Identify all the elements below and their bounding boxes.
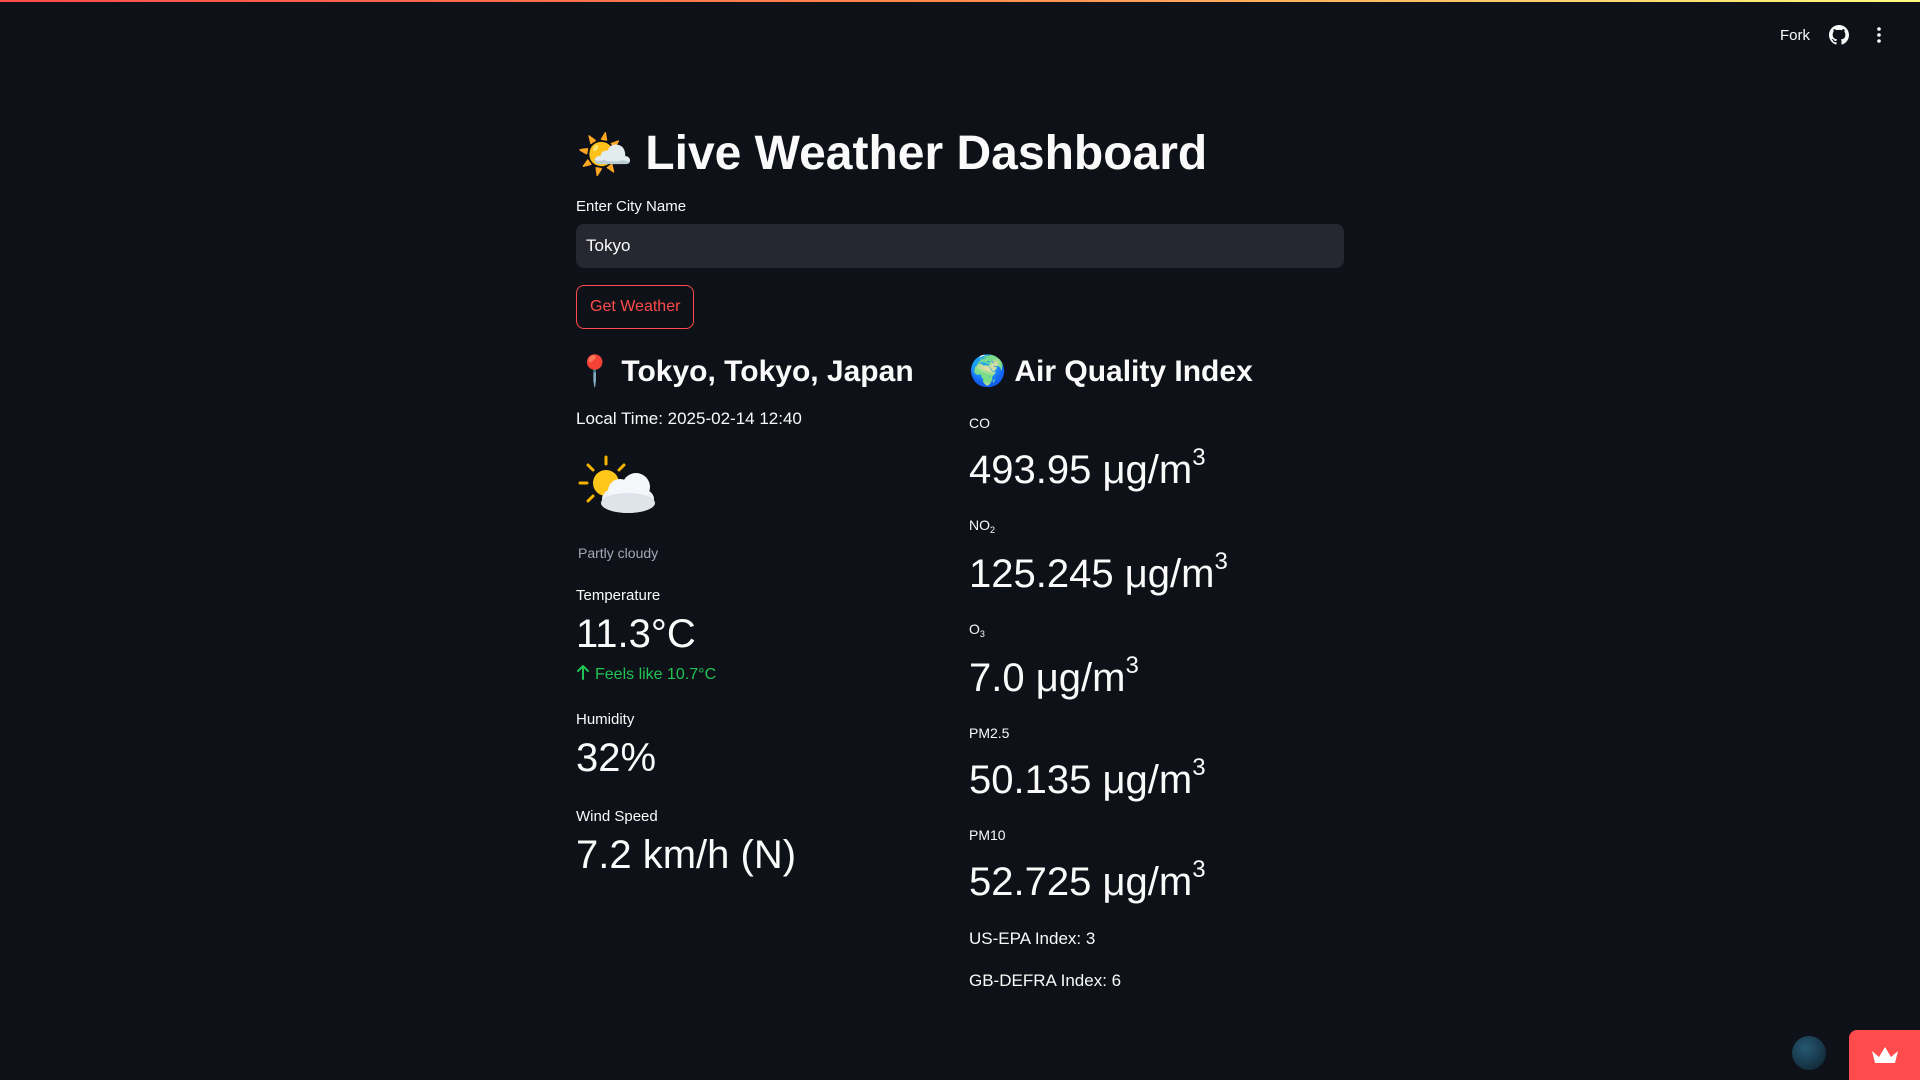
humidity-metric: Humidity 32% <box>576 711 969 782</box>
page-title: 🌤️ Live Weather Dashboard <box>576 120 1344 188</box>
aq-metric-unit-sup: 3 <box>1214 548 1228 575</box>
app-toolbar: Fork <box>1780 24 1890 46</box>
aq-metric-number: 7.0 <box>969 656 1025 700</box>
main-content: 🌤️ Live Weather Dashboard Enter City Nam… <box>576 120 1344 991</box>
aq-metric: PM10 52.725 μg/m3 <box>969 827 1344 905</box>
gb-defra-index: GB-DEFRA Index: 6 <box>969 971 1122 990</box>
air-quality-heading-text: Air Quality Index <box>1014 355 1253 388</box>
aq-metric-unit-sup: 3 <box>1192 444 1206 471</box>
aq-metric-unit-sup: 3 <box>1192 754 1206 781</box>
temperature-label: Temperature <box>576 587 661 604</box>
air-quality-heading: 🌍 Air Quality Index <box>969 349 1344 395</box>
aq-metric-unit: μg/m <box>1102 448 1193 492</box>
weather-column: 📍 Tokyo, Tokyo, Japan Local Time: 2025-0… <box>576 349 969 991</box>
github-icon[interactable] <box>1828 24 1850 46</box>
aq-metric-value: 52.725 μg/m3 <box>969 847 1344 905</box>
humidity-label: Humidity <box>576 711 635 728</box>
aq-metric-label-base: NO <box>969 517 990 533</box>
arrow-up-icon <box>576 664 590 685</box>
aq-metric-value: 7.0 μg/m3 <box>969 643 1344 701</box>
aq-metric-label-base: PM2.5 <box>969 725 1010 741</box>
feels-like-text: Feels like 10.7°C <box>595 665 717 683</box>
air-quality-metrics: CO 493.95 μg/m3 NO2 125.245 μg/m3 O3 7.0 μg/m… <box>969 415 1344 905</box>
pin-icon: 📍 <box>576 355 614 388</box>
aq-metric-number: 52.725 <box>969 860 1092 904</box>
aq-metric-number: 493.95 <box>969 448 1092 492</box>
aq-metric-label: O3 <box>969 621 1344 639</box>
aq-metric-unit: μg/m <box>1102 758 1193 802</box>
kebab-menu-icon[interactable] <box>1868 24 1890 46</box>
city-input-label: Enter City Name <box>576 198 687 215</box>
crown-badge-icon[interactable] <box>1849 1030 1920 1080</box>
aq-metric-unit-sup: 3 <box>1192 856 1206 883</box>
aq-metric-label: PM2.5 <box>969 725 1344 741</box>
temperature-value: 11.3°C <box>576 612 696 656</box>
aq-metric-label: NO2 <box>969 517 1344 535</box>
get-weather-button[interactable]: Get Weather <box>576 285 695 329</box>
city-input[interactable] <box>576 224 1344 268</box>
aq-metric-value: 125.245 μg/m3 <box>969 539 1344 597</box>
temperature-metric: Temperature 11.3°C Feels like 10.7°C <box>576 587 969 685</box>
location-heading-text: Tokyo, Tokyo, Japan <box>621 355 914 388</box>
aq-metric: CO 493.95 μg/m3 <box>969 415 1344 493</box>
local-time: Local Time: 2025-02-14 12:40 <box>576 409 802 428</box>
globe-icon: 🌍 <box>969 355 1007 388</box>
location-heading: 📍 Tokyo, Tokyo, Japan <box>576 349 969 395</box>
aq-metric-unit-sup: 3 <box>1125 652 1139 679</box>
aq-metric-label-base: O <box>969 621 980 637</box>
aq-metric-unit: μg/m <box>1124 552 1215 596</box>
aq-metric-label: PM10 <box>969 827 1344 843</box>
page-title-text: Live Weather Dashboard <box>645 127 1208 180</box>
sun-behind-cloud-icon: 🌤️ <box>576 128 634 180</box>
aq-metric: O3 7.0 μg/m3 <box>969 621 1344 701</box>
wind-metric: Wind Speed 7.2 km/h (N) <box>576 808 969 879</box>
feels-like-delta: Feels like 10.7°C <box>576 664 969 685</box>
aq-metric-label-base: CO <box>969 415 990 431</box>
fork-link[interactable]: Fork <box>1780 27 1810 44</box>
aq-metric-label-sub: 3 <box>979 629 985 639</box>
aq-metric-value: 493.95 μg/m3 <box>969 435 1344 493</box>
us-epa-index: US-EPA Index: 3 <box>969 929 1096 948</box>
aq-metric-unit: μg/m <box>1102 860 1193 904</box>
aq-metric-number: 50.135 <box>969 758 1092 802</box>
aq-metric-number: 125.245 <box>969 552 1114 596</box>
aq-metric-label-sub: 2 <box>990 525 996 535</box>
partly-cloudy-icon <box>576 453 660 517</box>
aq-metric-value: 50.135 μg/m3 <box>969 745 1344 803</box>
air-quality-column: 🌍 Air Quality Index CO 493.95 μg/m3 NO2 125… <box>969 349 1344 991</box>
top-decoration-bar <box>0 0 1920 2</box>
humidity-value: 32% <box>576 736 657 780</box>
wind-label: Wind Speed <box>576 808 658 825</box>
aq-metric: PM2.5 50.135 μg/m3 <box>969 725 1344 803</box>
aq-metric-label-base: PM10 <box>969 827 1006 843</box>
results-columns: 📍 Tokyo, Tokyo, Japan Local Time: 2025-0… <box>576 349 1344 991</box>
condition-caption: Partly cloudy <box>578 545 659 561</box>
globe-status-icon[interactable] <box>1792 1036 1826 1070</box>
aq-metric-label: CO <box>969 415 1344 431</box>
wind-value: 7.2 km/h (N) <box>576 833 797 877</box>
aq-metric: NO2 125.245 μg/m3 <box>969 517 1344 597</box>
aq-metric-unit: μg/m <box>1035 656 1126 700</box>
